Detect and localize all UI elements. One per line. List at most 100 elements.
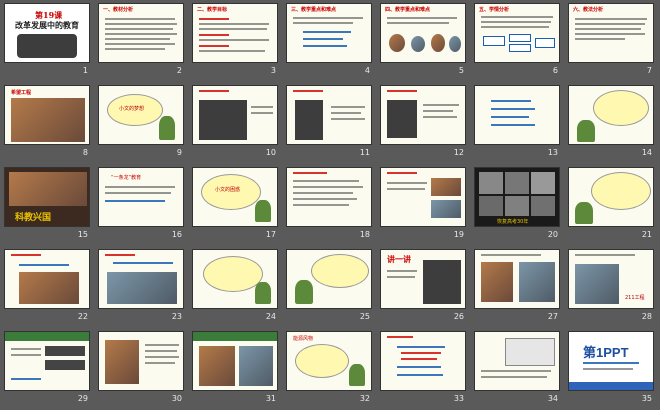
slide-number: 16 <box>171 230 182 239</box>
slide-thumbnail[interactable]: 13 <box>470 82 560 162</box>
slide-preview[interactable] <box>568 167 654 227</box>
slide-thumbnail[interactable]: 11 <box>282 82 372 162</box>
slide-thumbnail[interactable]: 18 <box>282 164 372 244</box>
slide-thumbnail[interactable]: 讲一讲 26 <box>376 246 466 326</box>
slide-preview[interactable]: 第1PPT <box>568 331 654 391</box>
slide-number: 24 <box>265 312 276 321</box>
slide-preview[interactable]: 恢复高考30年 <box>474 167 560 227</box>
slide-number: 14 <box>641 148 652 157</box>
slide-number: 35 <box>641 394 652 403</box>
slide-thumbnail[interactable]: 22 <box>0 246 90 326</box>
slide-preview[interactable] <box>568 85 654 145</box>
slide-preview[interactable]: 讲一讲 <box>380 249 466 309</box>
slide-thumbnail[interactable]: 四、教学重点和难点 5 <box>376 0 466 80</box>
slide-heading: 一、教材分析 <box>103 7 134 13</box>
slide-number: 8 <box>82 148 88 157</box>
slide-number: 6 <box>552 66 558 75</box>
slide-preview[interactable]: 希望工程 <box>4 85 90 145</box>
slide-preview[interactable] <box>4 249 90 309</box>
slide-thumbnail[interactable]: 24 <box>188 246 278 326</box>
slide-heading: 小文的梦想 <box>119 106 145 112</box>
slide-preview[interactable]: 三、教学重点和难点 <box>286 3 372 63</box>
slide-preview[interactable] <box>98 331 184 391</box>
slide-preview[interactable]: 一、教材分析 <box>98 3 184 63</box>
slide-preview[interactable] <box>192 331 278 391</box>
slide-heading: 五、学情分析 <box>479 7 510 13</box>
slide-thumbnail[interactable]: 五、学情分析 6 <box>470 0 560 80</box>
slide-thumbnail[interactable]: 29 <box>0 328 90 408</box>
slide-preview[interactable] <box>380 331 466 391</box>
slide-thumbnail[interactable]: 第1PPT 35 <box>564 328 654 408</box>
slide-number: 11 <box>359 148 370 157</box>
slide-thumbnail[interactable]: 一、教材分析 2 <box>94 0 184 80</box>
slide-preview[interactable] <box>380 167 466 227</box>
slide-thumbnail[interactable]: 19 <box>376 164 466 244</box>
slide-number: 27 <box>547 312 558 321</box>
slide-thumbnail[interactable]: 小文的困惑 17 <box>188 164 278 244</box>
slide-thumbnail[interactable]: 25 <box>282 246 372 326</box>
slide-thumbnail[interactable]: 希望工程 8 <box>0 82 90 162</box>
slide-thumbnail[interactable]: 恢复高考30年 20 <box>470 164 560 244</box>
slide-number: 12 <box>453 148 464 157</box>
slide-preview[interactable]: 能源风物 <box>286 331 372 391</box>
slide-heading: 恢复高考30年 <box>497 219 529 225</box>
slide-preview[interactable]: 科教兴国 <box>4 167 90 227</box>
slide-thumbnail[interactable]: 27 <box>470 246 560 326</box>
slide-thumbnail[interactable]: 二、教学目标 3 <box>188 0 278 80</box>
slide-preview[interactable] <box>286 167 372 227</box>
slide-thumbnail[interactable]: 21 <box>564 164 654 244</box>
slide-number: 28 <box>641 312 652 321</box>
slide-thumbnail[interactable]: 10 <box>188 82 278 162</box>
slide-preview[interactable] <box>286 85 372 145</box>
slide-number: 5 <box>458 66 464 75</box>
slide-thumbnail[interactable]: 科教兴国 15 <box>0 164 90 244</box>
slide-thumbnail[interactable]: 三、教学重点和难点 4 <box>282 0 372 80</box>
slide-heading: 四、教学重点和难点 <box>385 7 431 13</box>
slide-preview[interactable] <box>192 249 278 309</box>
slide-preview[interactable]: 211工程 <box>568 249 654 309</box>
slide-thumbnail[interactable]: 30 <box>94 328 184 408</box>
slide-thumbnail[interactable]: “一条龙”教育 16 <box>94 164 184 244</box>
slide-number: 2 <box>176 66 182 75</box>
slide-thumbnail[interactable]: 能源风物 32 <box>282 328 372 408</box>
slide-heading: “一条龙”教育 <box>111 175 142 181</box>
slide-number: 19 <box>453 230 464 239</box>
slide-preview[interactable] <box>192 85 278 145</box>
slide-preview[interactable]: 第19课 改革发展中的教育 <box>4 3 90 63</box>
slide-preview[interactable] <box>98 249 184 309</box>
slide-heading: 三、教学重点和难点 <box>291 7 337 13</box>
slide-heading: 能源风物 <box>293 336 314 342</box>
slide-preview[interactable]: 小文的梦想 <box>98 85 184 145</box>
slide-preview[interactable] <box>4 331 90 391</box>
slide-heading: 希望工程 <box>11 90 32 96</box>
slide-preview[interactable]: 四、教学重点和难点 <box>380 3 466 63</box>
slide-preview[interactable] <box>286 249 372 309</box>
slide-preview[interactable]: “一条龙”教育 <box>98 167 184 227</box>
slide-subheading: 改革发展中的教育 <box>15 20 79 30</box>
slide-thumbnail[interactable]: 第19课 改革发展中的教育 1 <box>0 0 90 80</box>
slide-preview[interactable] <box>474 331 560 391</box>
slide-thumbnail[interactable]: 六、教法分析 7 <box>564 0 654 80</box>
slide-preview[interactable] <box>380 85 466 145</box>
slide-number: 10 <box>265 148 276 157</box>
slide-preview[interactable]: 五、学情分析 <box>474 3 560 63</box>
slide-number: 34 <box>547 394 558 403</box>
slide-thumbnail[interactable]: 12 <box>376 82 466 162</box>
slide-number: 23 <box>171 312 182 321</box>
slide-thumbnail[interactable]: 211工程 28 <box>564 246 654 326</box>
slide-preview[interactable]: 小文的困惑 <box>192 167 278 227</box>
slide-thumbnail[interactable]: 23 <box>94 246 184 326</box>
slide-thumbnail[interactable]: 34 <box>470 328 560 408</box>
slide-thumbnail[interactable]: 31 <box>188 328 278 408</box>
slide-preview[interactable]: 六、教法分析 <box>568 3 654 63</box>
slide-number: 13 <box>547 148 558 157</box>
slide-thumbnail[interactable]: 小文的梦想 9 <box>94 82 184 162</box>
slide-photo <box>17 34 77 58</box>
slide-preview[interactable] <box>474 249 560 309</box>
slide-preview[interactable]: 二、教学目标 <box>192 3 278 63</box>
slide-thumbnail[interactable]: 14 <box>564 82 654 162</box>
slide-preview[interactable] <box>474 85 560 145</box>
slide-number: 20 <box>547 230 558 239</box>
slide-thumbnail[interactable]: 33 <box>376 328 466 408</box>
slide-number: 30 <box>171 394 182 403</box>
